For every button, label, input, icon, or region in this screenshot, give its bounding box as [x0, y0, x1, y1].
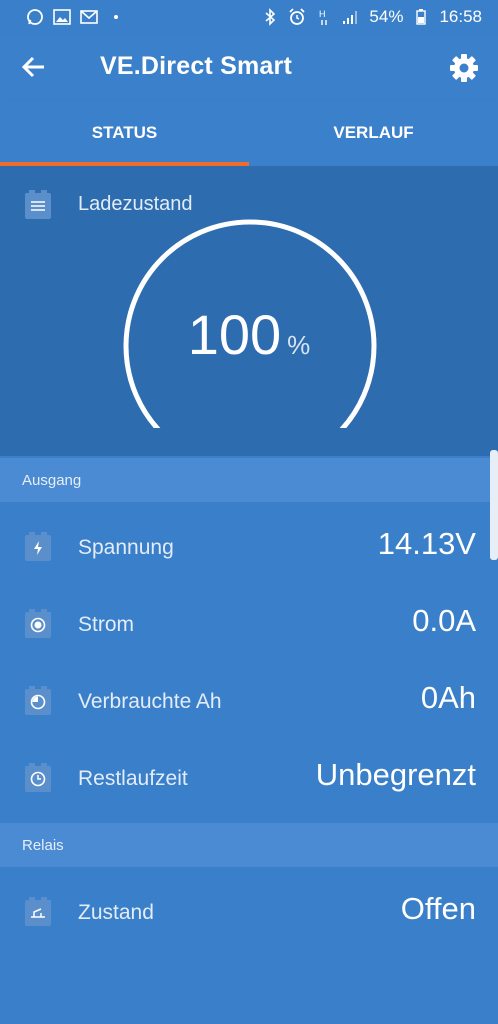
tab-bar: STATUS VERLAUF: [0, 100, 498, 166]
section-header-ausgang: Ausgang: [0, 458, 498, 502]
page-title: VE.Direct Smart: [100, 52, 292, 80]
relay-icon: [25, 897, 51, 926]
consumed-icon: [25, 686, 51, 715]
row-value: 14.13V: [377, 526, 476, 561]
row-label: Zustand: [78, 901, 154, 924]
battery-percent: 54%: [369, 7, 404, 26]
row-zustand: Zustand Offen: [0, 875, 498, 952]
current-icon: [25, 609, 51, 638]
mail-icon: [80, 9, 98, 25]
status-bar: H 54% 16:58: [0, 0, 498, 34]
arrow-back-icon: [21, 56, 44, 78]
row-restlaufzeit: Restlaufzeit Unbegrenzt: [0, 741, 498, 818]
scrollbar-thumb[interactable]: [490, 450, 498, 560]
tab-verlauf[interactable]: VERLAUF: [249, 100, 498, 166]
app-bar: VE.Direct Smart: [0, 34, 498, 100]
section-header-relais: Relais: [0, 823, 498, 867]
row-spannung: Spannung 14.13V: [0, 510, 498, 587]
hplus-signal-icon: H: [315, 9, 333, 25]
alarm-icon: [288, 8, 306, 25]
row-label: Strom: [78, 613, 135, 636]
soc-label: Ladezustand: [78, 193, 193, 215]
dot-icon: [107, 9, 125, 25]
soc-unit: %: [287, 330, 311, 360]
clock-icon: [25, 763, 51, 792]
row-verbrauchte-ah: Verbrauchte Ah 0Ah: [0, 664, 498, 741]
row-value: 0.0A: [412, 603, 476, 638]
image-icon: [53, 9, 71, 25]
whatsapp-icon: [26, 9, 44, 25]
state-of-charge-panel: Ladezustand 100%: [0, 166, 498, 456]
clock-time: 16:58: [439, 7, 482, 26]
row-label: Verbrauchte Ah: [78, 690, 222, 713]
gear-icon: [450, 54, 478, 82]
bluetooth-icon: [261, 8, 279, 26]
row-value: Offen: [400, 891, 476, 926]
signal-icon: [342, 9, 360, 25]
svg-text:H: H: [319, 9, 326, 19]
row-value: 0Ah: [420, 680, 476, 715]
soc-number: 100: [187, 303, 282, 366]
row-strom: Strom 0.0A: [0, 587, 498, 664]
row-value: Unbegrenzt: [315, 757, 476, 792]
settings-button[interactable]: [446, 50, 482, 86]
soc-value: 100%: [0, 302, 498, 367]
row-label: Restlaufzeit: [78, 767, 188, 790]
back-button[interactable]: [18, 51, 50, 83]
battery-icon: [412, 9, 430, 25]
row-label: Spannung: [78, 536, 174, 559]
tab-status[interactable]: STATUS: [0, 100, 249, 166]
list-icon: [25, 190, 51, 219]
lightning-icon: [25, 532, 51, 561]
